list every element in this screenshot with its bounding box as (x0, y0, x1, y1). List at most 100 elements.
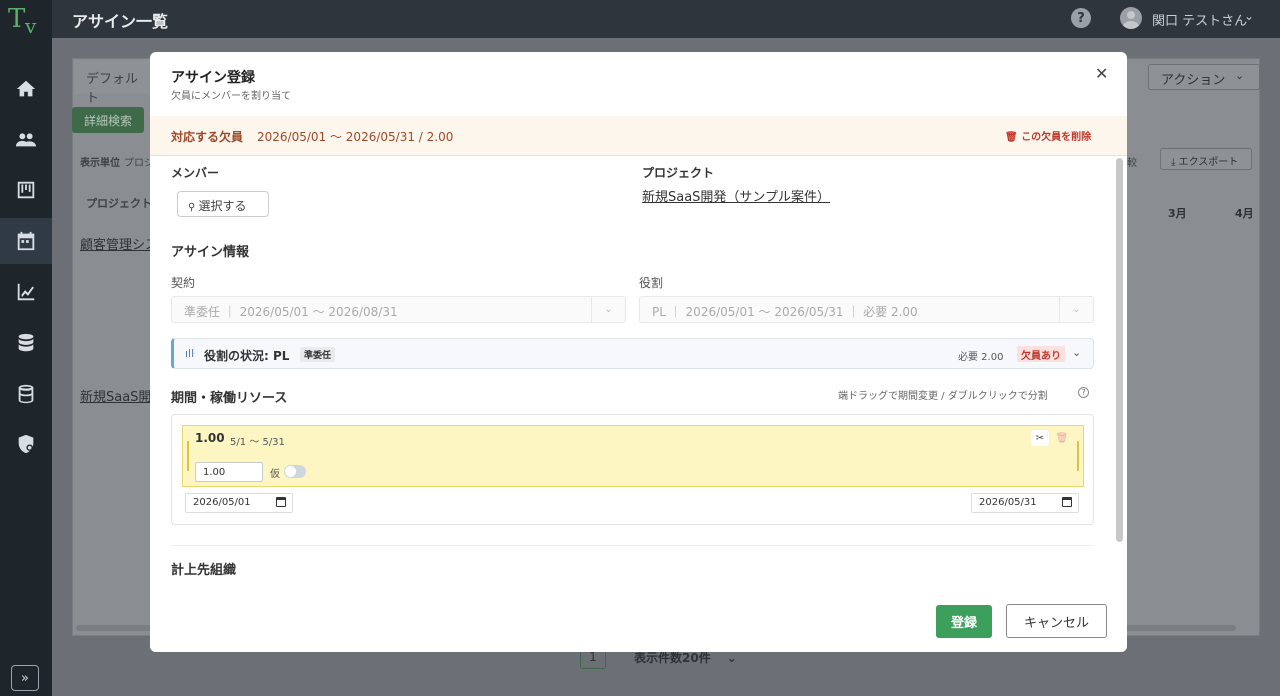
detail-search-button[interactable]: 詳細検索 (72, 107, 144, 133)
help-icon[interactable]: ? (1071, 8, 1091, 28)
nav-members[interactable] (0, 117, 52, 163)
delete-vacancy-label: この欠員を削除 (1021, 132, 1092, 143)
segment-value: 1.00 (195, 431, 225, 445)
nav-home[interactable] (0, 66, 52, 112)
project-column-header: プロジェクト (86, 197, 152, 210)
trash-icon[interactable]: 🗑︎ (1054, 430, 1070, 446)
assign-info-title: アサイン情報 (171, 245, 250, 260)
close-icon[interactable]: ✕ (1095, 64, 1108, 83)
chevron-down-icon: ⌄ (1059, 297, 1093, 322)
month-header: 4月 (1235, 207, 1254, 220)
user-avatar-icon[interactable] (1120, 7, 1142, 29)
assign-register-modal: アサイン登録 欠員にメンバーを割り当て ✕ 対応する欠員 2026/05/01 … (150, 52, 1127, 652)
period-segment[interactable]: 1.00 5/1 〜 5/31 ✂ 🗑︎ 仮 (182, 425, 1084, 487)
select-member-button[interactable]: ⚲ 選択する (177, 191, 269, 217)
users-icon (15, 133, 37, 147)
vacancy-badge: 欠員あり (1017, 346, 1065, 362)
user-name[interactable]: 関口 テストさん (1152, 10, 1247, 29)
trash-icon: 🗑︎ (1005, 132, 1022, 143)
search-icon: ⚲ (188, 202, 199, 213)
database-icon (18, 333, 34, 352)
project-row-link[interactable]: 顧客管理シス (80, 234, 158, 253)
nav-assign-calendar[interactable] (0, 218, 52, 264)
period-title: 期間・稼働リソース (171, 391, 288, 406)
calendar-icon[interactable] (1062, 497, 1072, 507)
member-label: メンバー (171, 166, 220, 180)
page-size-label: 表示件数20件 (634, 651, 711, 665)
section-divider (171, 545, 1094, 546)
role-status-panel[interactable]: ıll 役割の状況: PL 準委任 必要 2.00 欠員あり ⌄ (171, 338, 1094, 369)
drag-handle-end[interactable] (1077, 441, 1079, 471)
sidebar: Tv » (0, 0, 52, 696)
export-label: エクスポート (1178, 157, 1239, 168)
export-button[interactable]: ⤓ エクスポート (1160, 148, 1252, 170)
cancel-button[interactable]: キャンセル (1006, 604, 1107, 638)
period-editor: 1.00 5/1 〜 5/31 ✂ 🗑︎ 仮 2026/05/01 2026/0… (171, 414, 1094, 525)
segment-range: 5/1 〜 5/31 (230, 437, 285, 448)
chevron-down-icon: ⌄ (1235, 69, 1245, 82)
role-status-text: 役割の状況: PL (204, 349, 290, 363)
nav-security[interactable] (0, 421, 52, 467)
unit-label: 表示単位 (80, 158, 120, 169)
resource-input[interactable] (195, 462, 263, 482)
top-bar: アサイン一覧 ? 関口 テストさん ⌄ (52, 0, 1280, 38)
modal-subtitle: 欠員にメンバーを割り当て (171, 91, 291, 102)
role-select: PL ｜ 2026/05/01 〜 2026/05/31 ｜ 必要 2.00 ⌄ (639, 296, 1094, 323)
action-menu-button[interactable]: アクション ⌄ (1148, 64, 1260, 90)
vacancy-label: 対応する欠員 (171, 130, 244, 144)
role-required: 必要 2.00 (958, 352, 1004, 363)
logo-letter-t: T (8, 4, 26, 34)
help-icon[interactable]: ? (1078, 387, 1089, 398)
role-value: PL ｜ 2026/05/01 〜 2026/05/31 ｜ 必要 2.00 (652, 305, 918, 319)
modal-scrollbar[interactable] (1116, 158, 1123, 542)
period-hint: 端ドラッグで期間変更 / ダブルクリックで分割 (838, 391, 1048, 402)
chevron-down-icon: ⌄ (591, 297, 625, 322)
scissors-icon[interactable]: ✂ (1031, 430, 1049, 446)
calendar-icon (17, 231, 35, 251)
end-date-input[interactable]: 2026/05/31 (971, 493, 1079, 513)
database-outline-icon (18, 384, 34, 404)
contract-select: 準委任 ｜ 2026/05/01 〜 2026/08/31 ⌄ (171, 296, 626, 323)
contract-value: 準委任 ｜ 2026/05/01 〜 2026/08/31 (184, 305, 398, 319)
logo-letter-v: v (25, 14, 37, 38)
chevron-down-icon[interactable]: ⌄ (1244, 9, 1254, 23)
drag-handle-start[interactable] (187, 441, 189, 471)
vacancy-value: 2026/05/01 〜 2026/05/31 / 2.00 (257, 130, 454, 144)
project-label: プロジェクト (642, 166, 715, 180)
start-date-input[interactable]: 2026/05/01 (185, 493, 293, 513)
start-date-value: 2026/05/01 (193, 497, 251, 508)
kanban-icon (17, 181, 35, 199)
home-icon (16, 80, 36, 97)
chevron-down-icon: ⌄ (726, 651, 737, 665)
nav-board[interactable] (0, 167, 52, 213)
calendar-icon[interactable] (276, 497, 286, 507)
contract-type-tag: 準委任 (300, 347, 336, 362)
project-link[interactable]: 新規SaaS開発（サンプル案件） (642, 186, 830, 205)
shield-lock-icon (18, 434, 34, 454)
month-header: 3月 (1168, 207, 1187, 220)
modal-title: アサイン登録 (171, 70, 255, 86)
tab-default[interactable]: デフォルト (74, 60, 154, 106)
end-date-value: 2026/05/31 (979, 497, 1037, 508)
download-icon: ⤓ (1171, 157, 1179, 168)
sidebar-expand-button[interactable]: » (11, 665, 39, 691)
chevron-down-icon[interactable]: ⌄ (1072, 346, 1081, 359)
line-chart-icon (17, 283, 35, 301)
compare-button[interactable]: 較 (1127, 154, 1137, 169)
action-label: アクション (1161, 73, 1226, 88)
contract-label: 契約 (171, 276, 196, 290)
page-title: アサイン一覧 (72, 12, 169, 31)
modal-footer: 登録 キャンセル (150, 590, 1127, 652)
org-title: 計上先組織 (171, 563, 237, 578)
delete-vacancy-button[interactable]: 🗑︎ この欠員を削除 (1005, 128, 1091, 143)
tentative-label: 仮 (270, 469, 280, 480)
nav-database[interactable] (0, 320, 52, 366)
register-button[interactable]: 登録 (936, 605, 992, 638)
nav-analytics[interactable] (0, 269, 52, 315)
role-label: 役割 (639, 276, 664, 290)
project-row-link[interactable]: 新規SaaS開 (80, 386, 151, 405)
vacancy-banner: 対応する欠員 2026/05/01 〜 2026/05/31 / 2.00 🗑︎… (150, 116, 1127, 156)
nav-database-2[interactable] (0, 371, 52, 417)
tentative-toggle[interactable] (284, 465, 306, 478)
app-logo[interactable]: Tv (8, 4, 44, 38)
